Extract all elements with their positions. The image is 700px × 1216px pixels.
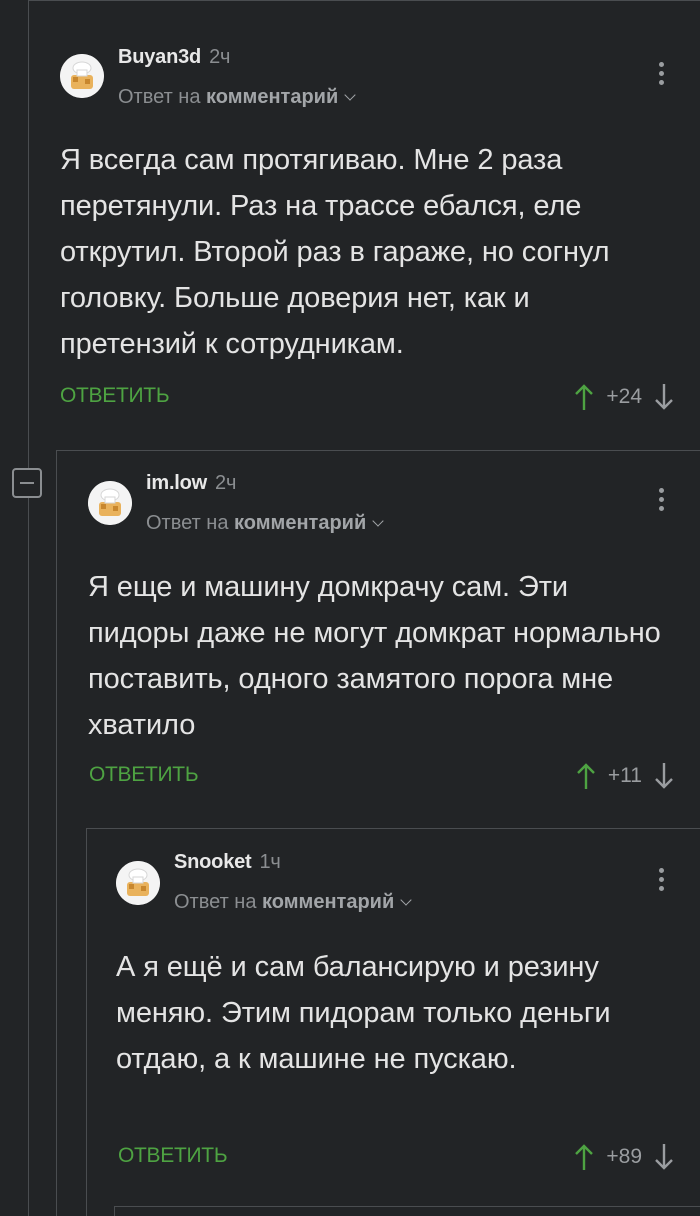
kebab-dot-icon xyxy=(659,506,664,511)
comment-text: Я всегда сам протягиваю. Мне 2 раза пере… xyxy=(60,144,610,360)
reply-to-link[interactable]: Ответ на комментарий xyxy=(146,512,384,535)
comment-time: 1ч xyxy=(259,851,281,873)
arrow-down-icon[interactable] xyxy=(654,1143,674,1171)
arrow-down-icon[interactable] xyxy=(654,383,674,411)
author-label[interactable]: Buyan3d xyxy=(118,46,201,68)
thread-branch-2 xyxy=(56,450,700,451)
author-name[interactable]: Buyan3d 2ч xyxy=(118,46,230,69)
reply-prefix: Ответ на xyxy=(146,512,229,534)
default-avatar-icon xyxy=(60,54,104,98)
default-avatar-icon xyxy=(88,481,132,525)
thread-branch-4 xyxy=(114,1206,700,1207)
avatar[interactable] xyxy=(60,54,104,98)
thread-branch-3 xyxy=(86,828,700,829)
reply-to-link[interactable]: Ответ на комментарий xyxy=(118,86,356,109)
reply-button[interactable]: ОТВЕТИТЬ xyxy=(118,1144,228,1168)
arrow-up-icon[interactable] xyxy=(574,1143,594,1171)
chevron-down-icon[interactable] xyxy=(344,89,356,101)
vote-controls: +11 xyxy=(576,761,674,791)
score: +89 xyxy=(606,1145,642,1168)
reply-to-link[interactable]: Ответ на комментарий xyxy=(174,891,412,914)
kebab-dot-icon xyxy=(659,886,664,891)
comment-time: 2ч xyxy=(215,472,237,494)
score: +11 xyxy=(607,764,642,787)
comment-text: Я еще и машину домкрачу сам. Эти пидоры … xyxy=(88,571,661,741)
reply-target[interactable]: комментарий xyxy=(262,891,394,913)
collapse-thread-button[interactable] xyxy=(12,468,42,498)
kebab-dot-icon xyxy=(659,62,664,67)
reply-target[interactable]: комментарий xyxy=(206,86,338,108)
comment-time: 2ч xyxy=(209,46,231,68)
author-label[interactable]: im.low xyxy=(146,472,207,494)
reply-button[interactable]: ОТВЕТИТЬ xyxy=(60,384,170,408)
kebab-dot-icon xyxy=(659,488,664,493)
comment-menu-button[interactable] xyxy=(659,868,665,895)
arrow-up-icon[interactable] xyxy=(574,383,594,411)
reply-prefix: Ответ на xyxy=(174,891,257,913)
kebab-dot-icon xyxy=(659,80,664,85)
vote-controls: +89 xyxy=(574,1142,674,1172)
author-name[interactable]: Snooket 1ч xyxy=(174,851,281,874)
kebab-dot-icon xyxy=(659,868,664,873)
arrow-up-icon[interactable] xyxy=(576,762,596,790)
reply-target[interactable]: комментарий xyxy=(234,512,366,534)
vote-controls: +24 xyxy=(574,382,674,412)
comment-text: А я ещё и сам балансирую и резину меняю.… xyxy=(116,951,611,1075)
reply-button[interactable]: ОТВЕТИТЬ xyxy=(89,763,199,787)
thread-line-level-3 xyxy=(86,828,87,1216)
chevron-down-icon[interactable] xyxy=(372,515,384,527)
thread-line-level-4 xyxy=(114,1206,115,1216)
score: +24 xyxy=(606,385,642,408)
default-avatar-icon xyxy=(116,861,160,905)
kebab-dot-icon xyxy=(659,71,664,76)
chevron-down-icon[interactable] xyxy=(400,894,412,906)
arrow-down-icon[interactable] xyxy=(654,762,674,790)
comment-menu-button[interactable] xyxy=(659,488,665,515)
thread-line-level-2 xyxy=(56,450,57,1216)
author-label[interactable]: Snooket xyxy=(174,851,252,873)
reply-prefix: Ответ на xyxy=(118,86,201,108)
avatar[interactable] xyxy=(116,861,160,905)
thread-line-top xyxy=(28,0,700,1)
kebab-dot-icon xyxy=(659,877,664,882)
kebab-dot-icon xyxy=(659,497,664,502)
thread-line-level-1 xyxy=(28,0,29,1216)
avatar[interactable] xyxy=(88,481,132,525)
author-name[interactable]: im.low 2ч xyxy=(146,472,236,495)
comment-menu-button[interactable] xyxy=(659,62,665,89)
